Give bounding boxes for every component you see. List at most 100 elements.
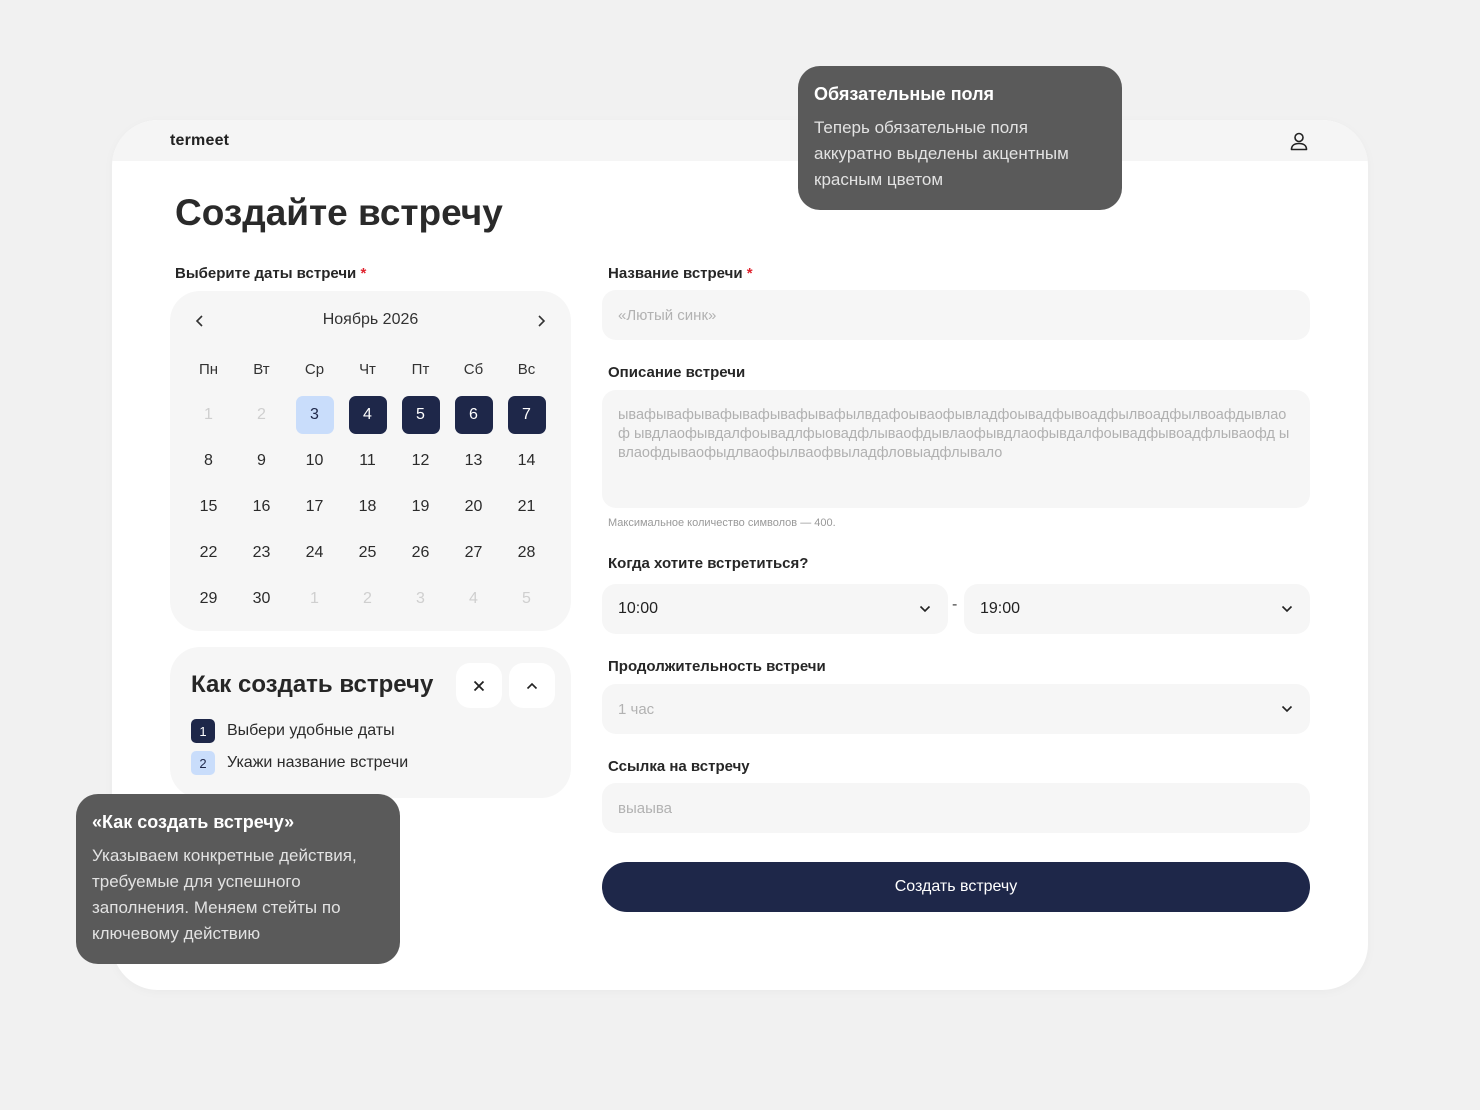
time-to-value: 19:00 bbox=[980, 600, 1021, 617]
calendar-day[interactable]: 19 bbox=[394, 484, 447, 530]
calendar-day-number: 26 bbox=[411, 544, 430, 561]
top-bar: termeet bbox=[112, 120, 1368, 161]
note-text: Теперь обязательные поля аккуратно выдел… bbox=[814, 118, 1069, 189]
howto-title: Как создать встречу bbox=[191, 671, 434, 698]
calendar-day[interactable]: 1 bbox=[182, 392, 235, 438]
calendar-day-number: 4 bbox=[348, 396, 387, 434]
calendar-day[interactable]: 3 bbox=[394, 576, 447, 622]
duration-value: 1 час bbox=[618, 700, 655, 718]
calendar-month: Ноябрь 2026 bbox=[322, 311, 419, 328]
calendar-day-number: 30 bbox=[252, 590, 271, 607]
calendar-day[interactable]: 5 bbox=[394, 392, 447, 438]
calendar-day[interactable]: 21 bbox=[500, 484, 553, 530]
weekday-label: Сб bbox=[463, 360, 484, 378]
calendar-day[interactable]: 2 bbox=[235, 392, 288, 438]
calendar-day-number: 7 bbox=[507, 396, 546, 434]
calendar-day[interactable]: 7 bbox=[500, 392, 553, 438]
calendar-day-number: 3 bbox=[416, 590, 425, 607]
chevron-right-icon[interactable] bbox=[529, 309, 553, 333]
calendar-day[interactable]: 23 bbox=[235, 530, 288, 576]
calendar-day-number: 1 bbox=[310, 590, 319, 607]
link-label: Ссылка на встречу bbox=[608, 758, 750, 775]
calendar-day-number: 23 bbox=[252, 544, 271, 561]
meeting-name-label-text: Название встречи bbox=[608, 265, 743, 282]
calendar-day[interactable]: 27 bbox=[447, 530, 500, 576]
calendar-day[interactable]: 5 bbox=[500, 576, 553, 622]
calendar: Ноябрь 2026 Пн Вт Ср Чт Пт Сб Вс 1 2 3 4 5 6 7 8 9 10 11 1… bbox=[170, 291, 571, 631]
calendar-day[interactable]: 28 bbox=[500, 530, 553, 576]
calendar-day[interactable]: 26 bbox=[394, 530, 447, 576]
calendar-day-number: 14 bbox=[517, 452, 536, 469]
calendar-day[interactable]: 9 bbox=[235, 438, 288, 484]
calendar-day[interactable]: 22 bbox=[182, 530, 235, 576]
calendar-day[interactable]: 2 bbox=[341, 576, 394, 622]
close-button[interactable] bbox=[456, 663, 502, 708]
collapse-button[interactable] bbox=[509, 663, 555, 708]
calendar-day-number: 6 bbox=[454, 396, 493, 434]
calendar-day-number: 22 bbox=[199, 544, 218, 561]
weekday-label: Ср bbox=[304, 360, 325, 378]
calendar-day[interactable]: 8 bbox=[182, 438, 235, 484]
calendar-day[interactable]: 17 bbox=[288, 484, 341, 530]
note-text: Указываем конкретные действия, требуемые… bbox=[92, 846, 357, 943]
calendar-day[interactable]: 25 bbox=[341, 530, 394, 576]
calendar-day[interactable]: 14 bbox=[500, 438, 553, 484]
weekday-label: Пт bbox=[411, 360, 430, 378]
weekday-label: Чт bbox=[359, 360, 376, 378]
calendar-day-number: 5 bbox=[401, 396, 440, 434]
calendar-day-number: 8 bbox=[204, 452, 213, 469]
create-meeting-button[interactable]: Создать встречу bbox=[602, 862, 1310, 912]
calendar-day[interactable]: 29 bbox=[182, 576, 235, 622]
dates-label-text: Выберите даты встречи bbox=[175, 265, 357, 282]
dates-label: Выберите даты встречи * bbox=[175, 265, 366, 282]
calendar-day-number: 5 bbox=[522, 590, 531, 607]
calendar-day[interactable]: 3 bbox=[288, 392, 341, 438]
weekday-label: Пн bbox=[198, 360, 219, 378]
calendar-day-number: 12 bbox=[411, 452, 430, 469]
step-number: 2 bbox=[191, 751, 215, 775]
meeting-name-input[interactable]: «Лютый синк» bbox=[602, 290, 1310, 340]
description-hint: Максимальное количество символов — 400. bbox=[608, 517, 836, 529]
calendar-day[interactable]: 18 bbox=[341, 484, 394, 530]
logo[interactable]: termeet bbox=[170, 132, 229, 150]
chevron-down-icon bbox=[1281, 605, 1293, 613]
calendar-day-number: 2 bbox=[257, 406, 266, 423]
calendar-day[interactable]: 15 bbox=[182, 484, 235, 530]
calendar-day[interactable]: 12 bbox=[394, 438, 447, 484]
calendar-day-number: 1 bbox=[204, 406, 213, 423]
calendar-day[interactable]: 6 bbox=[447, 392, 500, 438]
calendar-day[interactable]: 24 bbox=[288, 530, 341, 576]
step-text: Выбери удобные даты bbox=[227, 722, 395, 739]
description-label: Описание встречи bbox=[608, 364, 746, 381]
calendar-day-number: 17 bbox=[305, 498, 324, 515]
duration-select[interactable]: 1 час bbox=[602, 684, 1310, 734]
calendar-day[interactable]: 10 bbox=[288, 438, 341, 484]
calendar-day-number: 15 bbox=[199, 498, 218, 515]
meeting-name-label: Название встречи * bbox=[608, 265, 753, 282]
calendar-day[interactable]: 4 bbox=[341, 392, 394, 438]
calendar-day-number: 19 bbox=[411, 498, 430, 515]
calendar-day-number: 18 bbox=[358, 498, 377, 515]
calendar-day[interactable]: 16 bbox=[235, 484, 288, 530]
calendar-day[interactable]: 1 bbox=[288, 576, 341, 622]
description-textarea[interactable]: ывафывафывафывафывафывафылвдафоываофывла… bbox=[602, 390, 1310, 508]
calendar-day[interactable]: 30 bbox=[235, 576, 288, 622]
required-fields-note: Обязательные поля Теперь обязательные по… bbox=[798, 66, 1122, 210]
user-icon[interactable] bbox=[1288, 130, 1310, 152]
calendar-day[interactable]: 4 bbox=[447, 576, 500, 622]
calendar-day-number: 20 bbox=[464, 498, 483, 515]
calendar-day-number: 3 bbox=[295, 396, 334, 434]
howto-step: 2 Укажи название встречи bbox=[191, 751, 408, 775]
time-from-select[interactable]: 10:00 bbox=[602, 584, 948, 634]
weekday-label: Вт bbox=[253, 360, 270, 378]
calendar-day-number: 25 bbox=[358, 544, 377, 561]
howto-panel: Как создать встречу 1 Выбери удобные дат… bbox=[170, 647, 571, 798]
calendar-day-number: 24 bbox=[305, 544, 324, 561]
calendar-day[interactable]: 11 bbox=[341, 438, 394, 484]
note-title: Обязательные поля bbox=[814, 84, 995, 104]
calendar-day[interactable]: 13 bbox=[447, 438, 500, 484]
calendar-day[interactable]: 20 bbox=[447, 484, 500, 530]
page-title: Создайте встречу bbox=[175, 192, 503, 233]
link-input[interactable]: выаыва bbox=[602, 783, 1310, 833]
time-to-select[interactable]: 19:00 bbox=[964, 584, 1310, 634]
